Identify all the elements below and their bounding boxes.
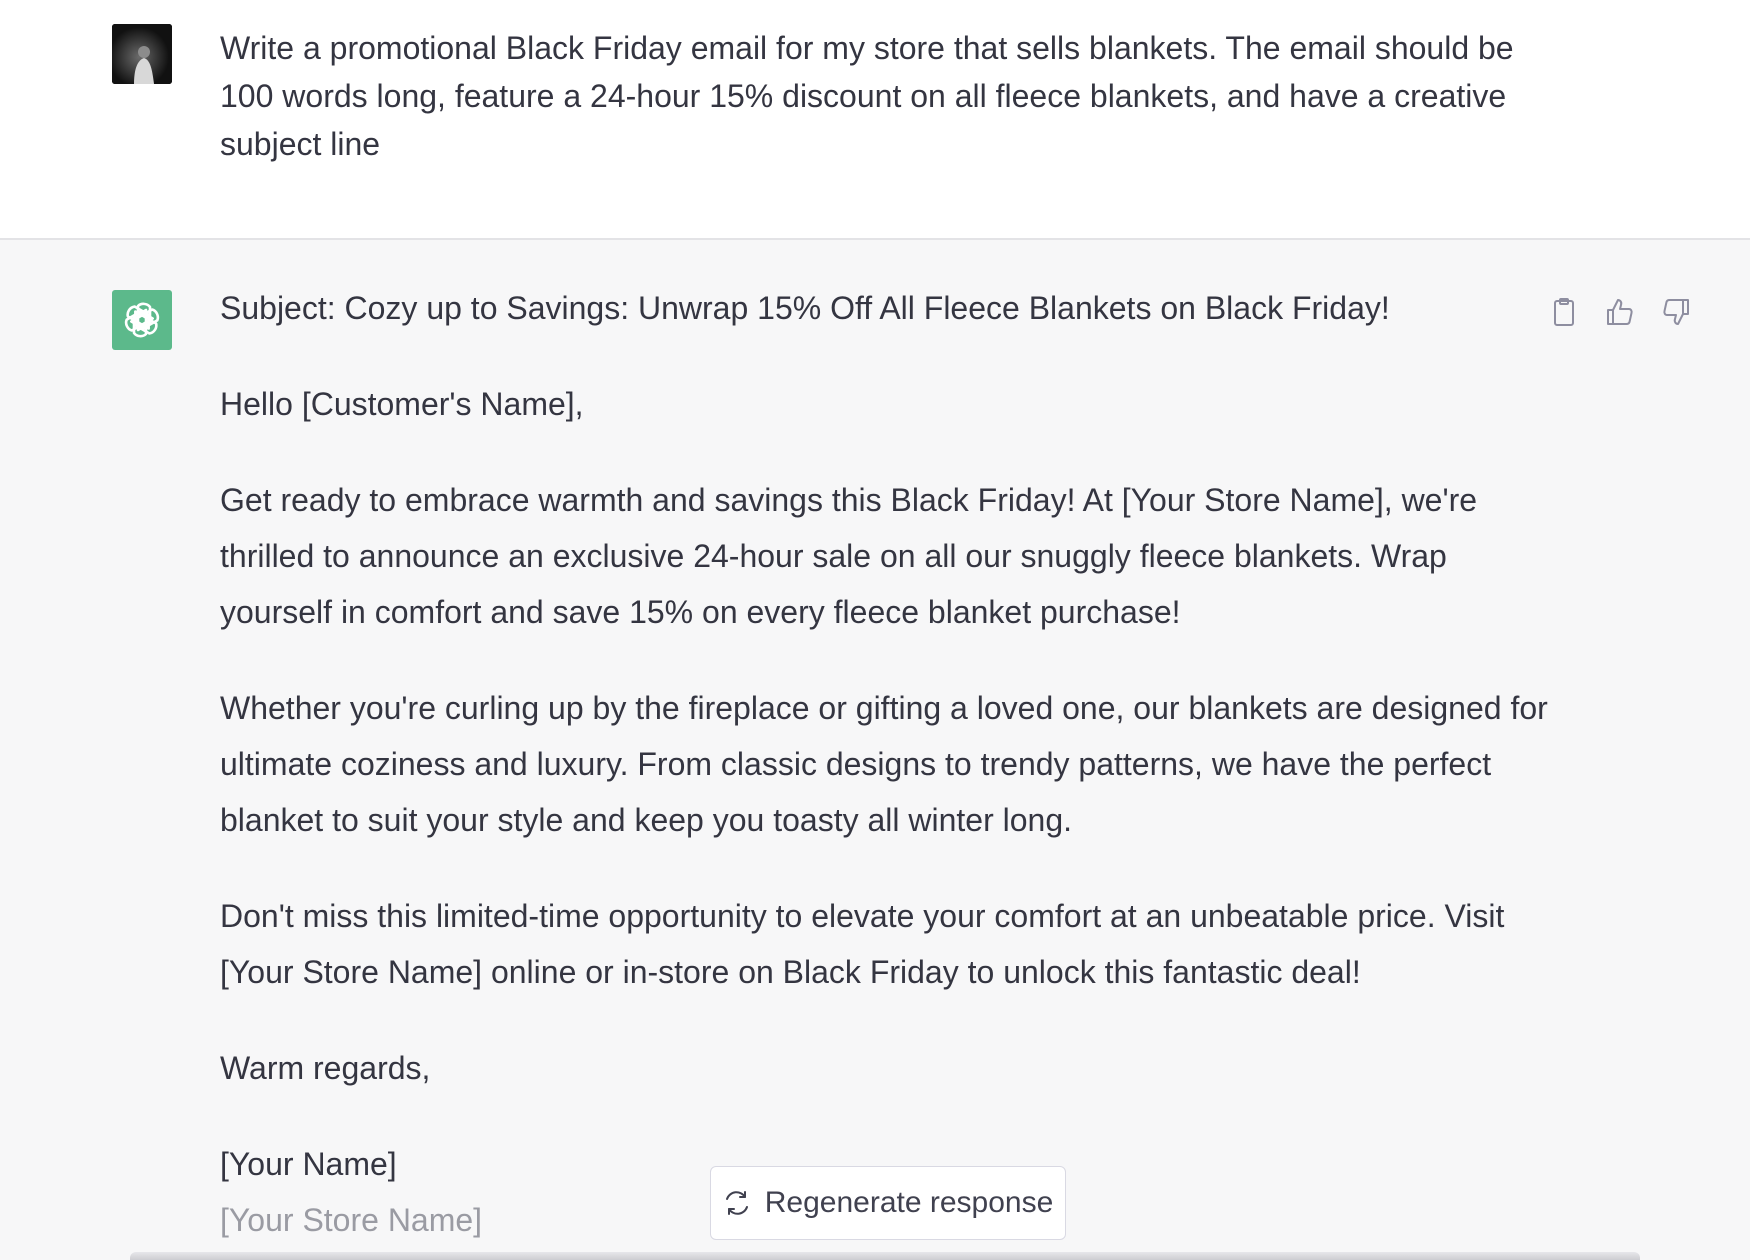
copy-button[interactable] xyxy=(1546,294,1582,330)
refresh-icon xyxy=(725,1191,748,1215)
thumbs-down-icon xyxy=(1663,299,1689,325)
thumbs-down-button[interactable] xyxy=(1658,294,1694,330)
assistant-avatar xyxy=(112,290,172,350)
clipboard-icon xyxy=(1554,298,1574,326)
chat-page: Write a promotional Black Friday email f… xyxy=(0,0,1750,1260)
regenerate-label: Regenerate response xyxy=(764,1186,1054,1219)
thumbs-up-button[interactable] xyxy=(1602,294,1638,330)
user-message: Write a promotional Black Friday email f… xyxy=(0,0,1750,240)
thumbs-up-icon xyxy=(1607,299,1633,325)
email-paragraph-3: Don't miss this limited-time opportunity… xyxy=(220,898,1505,990)
email-closing: Warm regards, xyxy=(220,1050,431,1086)
user-message-text: Write a promotional Black Friday email f… xyxy=(220,30,1514,162)
assistant-message-body: Subject: Cozy up to Savings: Unwrap 15% … xyxy=(220,290,1550,1248)
assistant-message: Subject: Cozy up to Savings: Unwrap 15% … xyxy=(0,240,1750,1260)
user-avatar xyxy=(112,24,172,84)
openai-logo-icon xyxy=(124,302,160,338)
email-subject: Subject: Cozy up to Savings: Unwrap 15% … xyxy=(220,290,1390,326)
user-avatar-image xyxy=(112,24,172,84)
message-actions xyxy=(1546,294,1694,330)
email-paragraph-1: Get ready to embrace warmth and savings … xyxy=(220,482,1478,630)
input-area-edge xyxy=(130,1252,1640,1260)
email-greeting: Hello [Customer's Name], xyxy=(220,386,584,422)
regenerate-response-button[interactable]: Regenerate response xyxy=(710,1166,1066,1240)
email-paragraph-2: Whether you're curling up by the firepla… xyxy=(220,690,1548,838)
